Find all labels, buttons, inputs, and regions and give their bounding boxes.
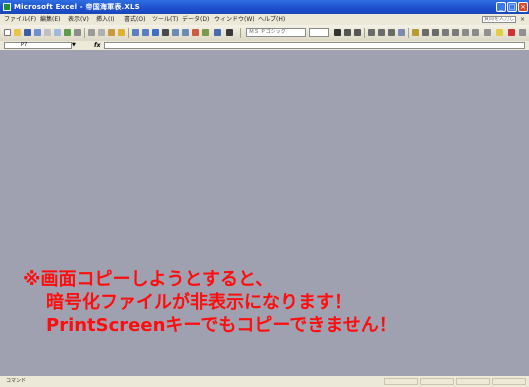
- toolbar-separator: [408, 28, 409, 38]
- comma-style-icon[interactable]: [432, 29, 439, 36]
- cut-icon[interactable]: [88, 29, 95, 36]
- menu-tools[interactable]: ツール(T): [152, 14, 178, 25]
- menu-insert[interactable]: 挿入(I): [96, 14, 114, 25]
- align-left-icon[interactable]: [368, 29, 375, 36]
- menu-help[interactable]: ヘルプ(H): [258, 14, 285, 25]
- menu-window[interactable]: ウィンドウ(W): [214, 14, 255, 25]
- workbook-close-icon[interactable]: ×: [520, 16, 525, 23]
- help-icon[interactable]: [226, 29, 233, 36]
- new-icon[interactable]: [4, 29, 11, 36]
- autosum-icon[interactable]: [162, 29, 169, 36]
- name-box-dropdown-icon[interactable]: ▼: [72, 42, 76, 49]
- align-center-icon[interactable]: [378, 29, 385, 36]
- copy-icon[interactable]: [98, 29, 105, 36]
- menu-data[interactable]: データ(D): [182, 14, 209, 25]
- formula-input[interactable]: [104, 42, 525, 49]
- menu-format[interactable]: 書式(O): [124, 14, 145, 25]
- toolbar-options-icon[interactable]: [519, 29, 526, 36]
- font-name-select[interactable]: ＭＳ Ｐゴシック: [246, 28, 306, 37]
- hyperlink-icon[interactable]: [152, 29, 159, 36]
- insert-function-icon[interactable]: fx: [94, 41, 100, 50]
- fill-color-icon[interactable]: [496, 29, 503, 36]
- status-panel: [492, 378, 526, 385]
- menu-edit[interactable]: 編集(E): [40, 14, 60, 25]
- underline-icon[interactable]: [354, 29, 361, 36]
- decrease-indent-icon[interactable]: [462, 29, 469, 36]
- toolbar-separator: [128, 28, 129, 38]
- warning-line-2: 暗号化ファイルが非表示になります！: [46, 292, 352, 313]
- menu-view[interactable]: 表示(V): [68, 14, 89, 25]
- maximize-button[interactable]: □: [507, 2, 517, 12]
- status-bar: コマンド: [0, 376, 529, 387]
- increase-decimal-icon[interactable]: [442, 29, 449, 36]
- font-size-select[interactable]: [309, 28, 329, 37]
- currency-icon[interactable]: [412, 29, 419, 36]
- drawing-icon[interactable]: [202, 29, 209, 36]
- open-icon[interactable]: [14, 29, 21, 36]
- toolbar-separator: [240, 28, 241, 38]
- workbook-area: ※画面コピーしようとすると、 暗号化ファイルが非表示になります！ PrintSc…: [0, 50, 529, 376]
- print-preview-icon[interactable]: [54, 29, 61, 36]
- status-text: コマンド: [6, 378, 27, 384]
- borders-icon[interactable]: [484, 29, 491, 36]
- redo-icon[interactable]: [142, 29, 149, 36]
- status-panel: [456, 378, 490, 385]
- align-right-icon[interactable]: [388, 29, 395, 36]
- toolbar-separator: [84, 28, 85, 38]
- paste-icon[interactable]: [108, 29, 115, 36]
- zoom-icon[interactable]: [214, 29, 221, 36]
- menu-bar: ファイル(F) 編集(E) 表示(V) 挿入(I) 書式(O) ツール(T) デ…: [0, 14, 529, 25]
- help-search-input[interactable]: 質問を入力してください: [482, 16, 516, 23]
- excel-window: Microsoft Excel - 帝国海軍表.XLS _ □ × ファイル(F…: [0, 0, 529, 387]
- research-icon[interactable]: [74, 29, 81, 36]
- font-color-icon[interactable]: [508, 29, 515, 36]
- percent-icon[interactable]: [422, 29, 429, 36]
- warning-line-1: ※画面コピーしようとすると、: [23, 269, 274, 290]
- print-icon[interactable]: [44, 29, 51, 36]
- format-painter-icon[interactable]: [118, 29, 125, 36]
- window-title: Microsoft Excel - 帝国海軍表.XLS: [14, 3, 140, 11]
- merge-center-icon[interactable]: [398, 29, 405, 36]
- permission-icon[interactable]: [34, 29, 41, 36]
- spelling-icon[interactable]: [64, 29, 71, 36]
- italic-icon[interactable]: [344, 29, 351, 36]
- warning-line-3: PrintScreenキーでもコピーできません！: [46, 315, 397, 336]
- menu-file[interactable]: ファイル(F): [4, 14, 36, 25]
- decrease-decimal-icon[interactable]: [452, 29, 459, 36]
- excel-app-icon[interactable]: [3, 3, 11, 11]
- undo-icon[interactable]: [132, 29, 139, 36]
- name-box[interactable]: P7: [4, 42, 72, 49]
- save-icon[interactable]: [24, 29, 31, 36]
- title-bar[interactable]: Microsoft Excel - 帝国海軍表.XLS _ □ ×: [0, 0, 529, 14]
- status-panel: [384, 378, 418, 385]
- close-button[interactable]: ×: [518, 2, 528, 12]
- toolbar-separator: [364, 28, 365, 38]
- sort-ascending-icon[interactable]: [172, 29, 179, 36]
- status-panel: [420, 378, 454, 385]
- bold-icon[interactable]: [334, 29, 341, 36]
- sort-descending-icon[interactable]: [182, 29, 189, 36]
- minimize-button[interactable]: _: [496, 2, 506, 12]
- toolbar: ＭＳ Ｐゴシック: [0, 25, 529, 42]
- chart-wizard-icon[interactable]: [192, 29, 199, 36]
- increase-indent-icon[interactable]: [472, 29, 479, 36]
